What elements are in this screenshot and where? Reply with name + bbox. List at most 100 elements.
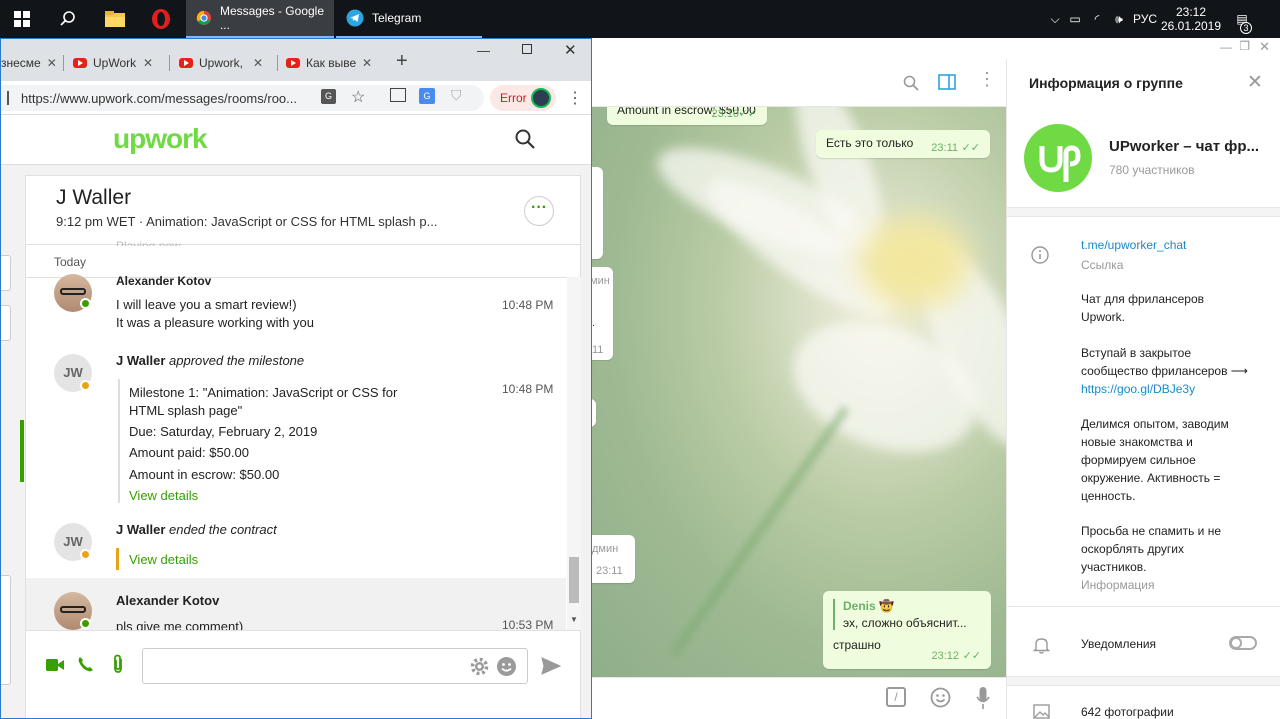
url-text[interactable]: https://www.upwork.com/messages/rooms/ro… <box>21 91 297 106</box>
chrome-menu-icon[interactable]: ⋮ <box>567 88 583 108</box>
close-tab-icon[interactable]: ✕ <box>143 56 153 70</box>
message-time: 23:12 <box>931 650 959 662</box>
search-icon[interactable] <box>903 75 919 91</box>
chevron-up-icon[interactable]: ⌵ <box>1046 12 1064 27</box>
new-tab-button[interactable]: + <box>396 50 408 73</box>
browser-tab[interactable]: UpWork ✕ <box>73 51 161 75</box>
send-icon[interactable] <box>541 657 561 675</box>
rooms-filter-fragment[interactable] <box>1 305 11 341</box>
chat-background: Amount in escrow: $50.00 23:10 ✓✓ Есть э… <box>590 107 1006 677</box>
taskbar-app-chrome[interactable]: Messages - Google ... <box>186 0 334 38</box>
view-details-link[interactable]: View details <box>129 487 198 505</box>
scrollbar-thumb[interactable] <box>569 557 579 603</box>
profile-error-button[interactable]: Error <box>490 85 556 111</box>
reply-quote[interactable]: Denis 🤠 эх, сложно объяснит... <box>833 599 981 630</box>
telegram-titlebar: — ❐ ✕ <box>590 38 1280 59</box>
member-count: 780 участников <box>1109 163 1195 177</box>
sender-name[interactable]: J Waller <box>116 522 165 537</box>
browser-tab[interactable]: Upwork, ✕ <box>179 51 269 75</box>
upwork-logo[interactable]: upwork <box>113 123 208 155</box>
close-tab-icon[interactable]: ✕ <box>253 56 263 70</box>
minimize-button[interactable]: — <box>477 43 490 58</box>
close-button[interactable]: ✕ <box>564 41 577 59</box>
tab-separator <box>277 55 278 71</box>
scroll-down-arrow-icon[interactable]: ▼ <box>570 615 578 624</box>
room-subtitle[interactable]: 9:12 pm WET · Animation: JavaScript or C… <box>56 214 437 229</box>
opera-icon[interactable] <box>138 0 184 38</box>
windows-start-icon[interactable] <box>0 0 44 38</box>
close-tab-icon[interactable]: ✕ <box>362 56 372 70</box>
emoji-icon[interactable] <box>496 656 517 677</box>
section-divider <box>1007 606 1280 607</box>
room-card-fragment[interactable] <box>1 575 11 685</box>
gear-icon[interactable] <box>470 657 489 676</box>
video-call-icon[interactable] <box>46 658 64 672</box>
bell-icon <box>1033 638 1050 654</box>
search-icon[interactable] <box>46 0 90 38</box>
omnibox-bar: https://www.upwork.com/messages/rooms/ro… <box>1 81 591 115</box>
battery-icon[interactable]: ▭ <box>1064 12 1086 26</box>
tab-title: знесме <box>1 56 41 70</box>
description-line: новые знакомства и <box>1081 435 1193 449</box>
message-bubble[interactable]: Amount in escrow: $50.00 23:10 ✓✓ <box>607 107 767 125</box>
close-icon[interactable]: ✕ <box>1247 71 1263 94</box>
clock[interactable]: 23:12 26.01.2019 <box>1160 5 1222 33</box>
microphone-icon[interactable] <box>976 686 990 710</box>
browser-tab[interactable]: Как выве ✕ <box>286 51 376 75</box>
close-tab-icon[interactable]: ✕ <box>47 56 57 70</box>
shield-icon[interactable]: ⛉ <box>451 87 462 104</box>
sender-name[interactable]: J Waller <box>116 353 165 368</box>
wifi-icon[interactable]: ◜ <box>1086 12 1108 26</box>
rooms-search-fragment[interactable] <box>1 255 11 291</box>
view-details-link[interactable]: View details <box>129 551 198 569</box>
message-bubble-partial[interactable]: дмин 23:11 <box>590 535 635 583</box>
bookmark-star-icon[interactable]: ☆ <box>351 87 365 107</box>
emoji-icon[interactable] <box>930 687 951 708</box>
more-icon[interactable]: ⋮ <box>978 69 996 89</box>
rooms-list-edge <box>1 175 25 718</box>
message-bubble-reply[interactable]: Denis 🤠 эх, сложно объяснит... страшно 2… <box>823 591 991 669</box>
file-explorer-icon[interactable] <box>92 0 138 38</box>
room-options-button[interactable]: ··· <box>524 196 554 226</box>
message-input[interactable] <box>142 648 528 684</box>
room-title[interactable]: J Waller <box>56 186 131 210</box>
address-bar[interactable]: https://www.upwork.com/messages/rooms/ro… <box>1 85 484 111</box>
sender-name[interactable]: Alexander Kotov <box>116 272 211 290</box>
volume-icon[interactable]: 🕪 <box>1108 12 1130 27</box>
browser-tab[interactable]: знесме ✕ <box>1 51 61 75</box>
minimize-button[interactable]: — <box>1220 40 1232 54</box>
attachment-icon[interactable] <box>112 654 124 674</box>
screenshot-extension-icon[interactable] <box>390 88 406 102</box>
language-indicator[interactable]: РУС <box>1130 12 1160 26</box>
description-link[interactable]: https://goo.gl/DBJe3y <box>1081 380 1248 398</box>
commands-icon[interactable]: / <box>886 687 906 707</box>
group-link[interactable]: t.me/upworker_chat <box>1081 238 1186 252</box>
description-line: сообщество фрилансеров ⟶ <box>1081 364 1248 378</box>
photos-count[interactable]: 642 фотографии <box>1081 705 1174 719</box>
search-icon[interactable] <box>515 129 535 149</box>
sender-name[interactable]: Alexander Kotov <box>116 592 219 610</box>
avatar <box>531 88 551 108</box>
close-button[interactable]: ✕ <box>1259 39 1270 55</box>
description-line: Вступай в закрытое <box>1081 346 1191 360</box>
description-line: ценность. <box>1081 489 1136 503</box>
google-translate-extension-icon[interactable]: G <box>419 88 435 104</box>
notifications-toggle[interactable] <box>1229 636 1257 650</box>
translate-icon[interactable]: G <box>321 89 336 104</box>
maximize-button[interactable]: ❐ <box>1239 39 1250 53</box>
info-icon[interactable] <box>7 91 9 105</box>
message-time: 10:48 PM <box>502 298 554 312</box>
maximize-button[interactable] <box>522 44 532 54</box>
online-status-dot <box>80 618 91 629</box>
scrollbar[interactable]: ▼ <box>567 277 581 630</box>
sidebar-toggle-icon[interactable] <box>938 74 956 90</box>
message-bubble-partial[interactable]: мин . 11 <box>590 267 613 360</box>
event-line: J Waller ended the contract <box>116 521 277 539</box>
taskbar-app-telegram[interactable]: Telegram <box>336 0 482 38</box>
notification-center-icon[interactable]: ▤ 3 <box>1222 12 1262 34</box>
phone-icon[interactable] <box>77 655 95 673</box>
description-line: формируем сильное <box>1081 453 1196 467</box>
away-status-dot <box>80 380 91 391</box>
group-avatar[interactable] <box>1024 124 1092 192</box>
message-bubble[interactable]: Есть это только 23:11 ✓✓ <box>816 130 990 158</box>
